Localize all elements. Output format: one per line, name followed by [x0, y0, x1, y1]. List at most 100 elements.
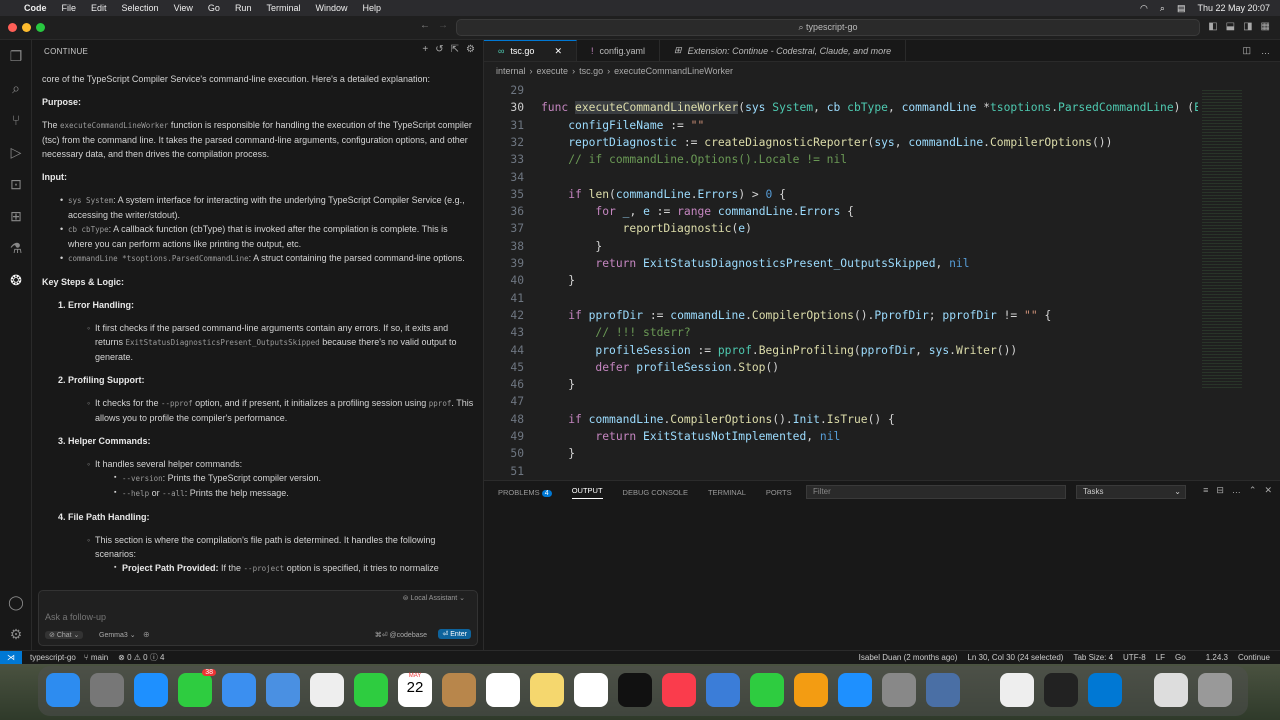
maps-icon[interactable] [266, 673, 300, 707]
remote-icon[interactable]: ⋊ [0, 650, 22, 665]
clock[interactable]: Thu 22 May 20:07 [1197, 3, 1270, 13]
git-branch[interactable]: ⑂ main [84, 653, 108, 662]
customize-layout-icon[interactable]: ▦ [1261, 21, 1270, 32]
keynote-icon[interactable] [706, 673, 740, 707]
code-line[interactable]: } [541, 447, 575, 460]
tab-size[interactable]: Tab Size: 4 [1073, 653, 1113, 662]
messages-icon[interactable]: 38 [178, 669, 216, 707]
account-icon[interactable]: ◯ [0, 586, 32, 618]
search-icon[interactable]: ⌕ [0, 72, 32, 104]
problems-status[interactable]: ⊗ 0 ⚠ 0 ⓘ 4 [118, 652, 164, 663]
menu-run[interactable]: Run [235, 3, 252, 13]
search-icon[interactable]: ⌕ [1160, 3, 1165, 14]
code-line[interactable]: // if commandLine.Options().Locale != ni… [541, 153, 847, 166]
language-mode[interactable]: Go [1175, 653, 1186, 662]
vscode-icon[interactable] [1088, 673, 1122, 707]
eol[interactable]: LF [1156, 653, 1165, 662]
code-line[interactable]: func executeCommandLineWorker(sys System… [541, 101, 1201, 115]
new-session-icon[interactable]: + [422, 44, 428, 55]
breadcrumb-item[interactable]: execute [537, 66, 569, 76]
code-line[interactable]: defer profileSession.Stop() [541, 361, 779, 374]
output-filter-input[interactable]: Filter [806, 485, 1066, 499]
reminders-icon[interactable] [486, 673, 520, 707]
code-line[interactable]: } [541, 274, 575, 287]
wifi-icon[interactable]: ◠ [1140, 3, 1148, 14]
code-line[interactable]: for _, e := range commandLine.Errors { [541, 205, 854, 218]
maximize-panel-icon[interactable]: ⌃ [1249, 485, 1257, 496]
menu-selection[interactable]: Selection [122, 3, 159, 13]
go-version[interactable]: 1.24.3 [1206, 653, 1228, 662]
lock-scroll-icon[interactable]: ⊟ [1216, 485, 1224, 496]
repo-name[interactable]: typescript-go [30, 653, 76, 662]
settings-gear-icon[interactable]: ⚙ [466, 44, 475, 55]
code-line[interactable]: reportDiagnostic(e) [541, 222, 752, 235]
tab-terminal[interactable]: TERMINAL [708, 488, 746, 497]
more-actions-icon[interactable]: … [1232, 485, 1241, 496]
tab-debug-console[interactable]: DEBUG CONSOLE [623, 488, 688, 497]
tab-extension-continue[interactable]: ⊞ Extension: Continue - Codestral, Claude… [660, 40, 907, 61]
testing-icon[interactable]: ⚗ [0, 232, 32, 264]
tab-ports[interactable]: PORTS [766, 488, 792, 497]
code-line[interactable]: configFileName := "" [541, 119, 704, 132]
pages-icon[interactable] [794, 673, 828, 707]
history-icon[interactable]: ↺ [435, 44, 443, 55]
cursor-position[interactable]: Ln 30, Col 30 (24 selected) [967, 653, 1063, 662]
settings-gear-icon[interactable]: ⚙ [0, 618, 32, 650]
clear-output-icon[interactable]: ≡ [1203, 485, 1208, 496]
system-settings-icon[interactable] [882, 673, 916, 707]
freeform-icon[interactable] [574, 673, 608, 707]
code-line[interactable]: profileSession := pprof.BeginProfiling(p… [541, 344, 1017, 357]
source-control-icon[interactable]: ⑂ [0, 104, 32, 136]
run-debug-icon[interactable]: ▷ [0, 136, 32, 168]
menu-file[interactable]: File [62, 3, 77, 13]
terminal-icon[interactable] [1044, 673, 1078, 707]
iphone-mirroring-icon[interactable] [926, 673, 960, 707]
output-channel-select[interactable]: Tasks ⌄ [1076, 485, 1186, 499]
code-line[interactable]: if pprofDir := commandLine.CompilerOptio… [541, 309, 1051, 322]
close-tab-icon[interactable]: ✕ [554, 46, 562, 57]
encoding[interactable]: UTF-8 [1123, 653, 1146, 662]
chrome-icon[interactable] [1000, 673, 1034, 707]
follow-up-input[interactable] [45, 609, 465, 625]
code-editor[interactable]: 29 30 func executeCommandLineWorker(sys Sy… [484, 82, 1280, 480]
breadcrumb-item[interactable]: internal [496, 66, 526, 76]
facetime-icon[interactable] [354, 673, 388, 707]
apple-tv-icon[interactable] [618, 673, 652, 707]
contacts-icon[interactable] [442, 673, 476, 707]
close-window-button[interactable] [8, 23, 17, 32]
calendar-icon[interactable]: MAY 22 [398, 673, 432, 707]
finder-icon[interactable] [46, 673, 80, 707]
nav-forward-icon[interactable]: → [438, 20, 448, 31]
remote-explorer-icon[interactable]: ⊡ [0, 168, 32, 200]
toggle-panel-icon[interactable]: ⬓ [1226, 21, 1235, 32]
more-actions-icon[interactable]: … [1261, 46, 1270, 56]
chat-input-box[interactable]: ⊜ Local Assistant ⌄ ⊘ Chat ⌄ Gemma3 ⌄ ⊕ … [38, 590, 478, 646]
launchpad-icon[interactable] [90, 673, 124, 707]
code-line[interactable]: } [541, 240, 602, 253]
minimize-window-button[interactable] [22, 23, 31, 32]
breadcrumb-item[interactable]: executeCommandLineWorker [614, 66, 733, 76]
zoom-window-button[interactable] [36, 23, 45, 32]
enter-button[interactable]: ⏎ Enter [438, 629, 471, 639]
explorer-icon[interactable]: ❐ [0, 40, 32, 72]
command-center[interactable]: ⌕ typescript-go [456, 19, 1200, 36]
tab-tsc-go[interactable]: ∞ tsc.go ✕ [484, 40, 577, 61]
mail-icon[interactable] [222, 673, 256, 707]
code-line[interactable]: reportDiagnostic := createDiagnosticRepo… [541, 136, 1112, 149]
code-line[interactable]: if commandLine.CompilerOptions().Init.Is… [541, 413, 895, 426]
nav-back-icon[interactable]: ← [420, 20, 430, 31]
close-panel-icon[interactable]: ✕ [1264, 485, 1272, 496]
toggle-secondary-sidebar-icon[interactable]: ◨ [1243, 21, 1252, 32]
control-center-icon[interactable]: ▤ [1177, 3, 1186, 14]
open-in-editor-icon[interactable]: ⇱ [451, 44, 459, 55]
document-icon[interactable] [1154, 673, 1188, 707]
code-line[interactable]: } [541, 378, 575, 391]
menu-help[interactable]: Help [362, 3, 381, 13]
code-line[interactable]: return ExitStatusNotImplemented, nil [541, 430, 840, 443]
continue-status[interactable]: Continue [1238, 653, 1270, 662]
mode-selector[interactable]: ⊘ Chat ⌄ [45, 631, 84, 639]
photos-icon[interactable] [310, 673, 344, 707]
split-editor-icon[interactable]: ◫ [1242, 45, 1251, 56]
git-blame[interactable]: Isabel Duan (2 months ago) [859, 653, 958, 662]
menu-window[interactable]: Window [315, 3, 347, 13]
